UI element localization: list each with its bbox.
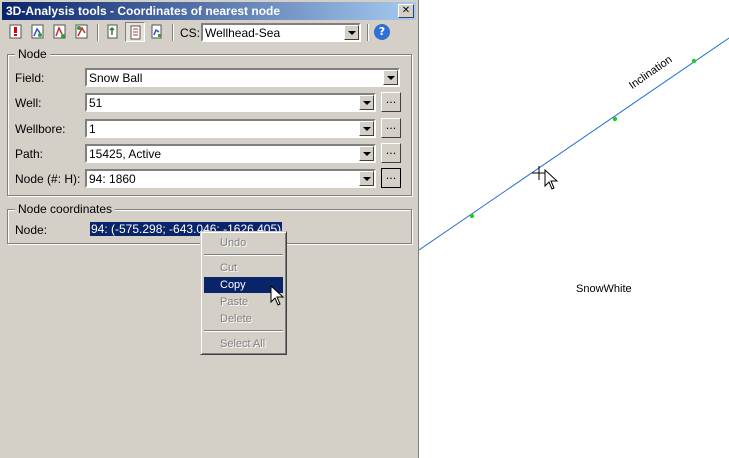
field-value: Snow Ball <box>89 71 143 85</box>
analysis-icon <box>31 24 44 39</box>
analysis-icon <box>53 24 66 39</box>
wellbore-select[interactable]: 1 <box>85 119 376 138</box>
path-value: 15425, Active <box>89 147 162 161</box>
node-label: Node (#: H): <box>15 172 81 186</box>
wellbore-value: 1 <box>89 122 96 136</box>
node-group-title: Node <box>15 47 50 61</box>
path-select[interactable]: 15425, Active <box>85 144 376 163</box>
well-select[interactable]: 51 <box>85 93 376 112</box>
path-label: Path: <box>15 147 44 161</box>
node-select[interactable]: 94: 1860 <box>85 169 376 188</box>
node-coordinates-label: Node: <box>15 223 48 237</box>
tool-4-button[interactable] <box>103 22 123 42</box>
well-browse-button[interactable]: ... <box>381 92 401 112</box>
wellbore-browse-button[interactable]: ... <box>381 118 401 138</box>
analysis-icon <box>75 24 88 39</box>
toolbar-separator <box>172 24 174 41</box>
cs-label: CS: <box>180 26 201 40</box>
well-label: Well: <box>15 96 42 110</box>
report-icon <box>151 24 162 39</box>
toolbar-separator <box>367 24 369 41</box>
well-value: 51 <box>89 96 103 110</box>
menu-item-select-all[interactable]: Select All <box>204 336 283 352</box>
chevron-down-icon[interactable] <box>359 146 374 161</box>
analysis-tool-1-button[interactable] <box>28 22 48 42</box>
document-arrow-icon <box>107 24 118 39</box>
toolbar-separator <box>97 24 99 41</box>
warning-tool-button[interactable] <box>6 22 26 42</box>
field-label: Field: <box>15 71 45 85</box>
warning-icon <box>9 24 22 39</box>
nearest-node-tool-button[interactable] <box>125 22 145 42</box>
chevron-down-icon[interactable] <box>359 95 374 110</box>
trajectory-node <box>691 58 697 64</box>
grid-document-icon <box>130 25 141 40</box>
window-title: 3D-Analysis tools - Coordinates of neare… <box>6 4 281 18</box>
cs-value: Wellhead-Sea <box>205 26 281 40</box>
mouse-cursor-icon <box>544 168 559 190</box>
chevron-down-icon[interactable] <box>359 121 374 136</box>
path-browse-button[interactable]: ... <box>381 143 401 163</box>
analysis-tool-2-button[interactable] <box>50 22 70 42</box>
well-trajectory-line[interactable] <box>419 37 729 251</box>
chevron-down-icon[interactable] <box>344 25 359 40</box>
mouse-cursor-icon <box>270 285 285 306</box>
title-bar[interactable]: 3D-Analysis tools - Coordinates of neare… <box>2 2 416 20</box>
menu-item-cut[interactable]: Cut <box>204 260 283 276</box>
help-icon[interactable]: ? <box>374 24 390 40</box>
node-browse-button[interactable]: ... <box>381 168 401 188</box>
trajectory-node <box>612 116 618 122</box>
analysis-tool-3-button[interactable] <box>72 22 92 42</box>
tool-6-button[interactable] <box>147 22 167 42</box>
node-coordinates-title: Node coordinates <box>15 202 116 216</box>
trajectory-node <box>469 213 475 219</box>
field-select[interactable]: Snow Ball <box>85 68 400 87</box>
node-value: 94: 1860 <box>89 172 136 186</box>
nearest-node-crosshair <box>532 166 546 180</box>
wellbore-label: Wellbore: <box>15 122 66 136</box>
chevron-down-icon[interactable] <box>383 70 398 85</box>
menu-separator <box>204 330 283 332</box>
toolbar: CS: Wellhead-Sea ? <box>4 22 414 44</box>
cs-select[interactable]: Wellhead-Sea <box>201 23 361 42</box>
menu-separator <box>204 254 283 256</box>
chevron-down-icon[interactable] <box>359 171 374 186</box>
well-name-label: SnowWhite <box>576 283 632 295</box>
analysis-dialog: 3D-Analysis tools - Coordinates of neare… <box>0 0 419 458</box>
close-button[interactable]: ✕ <box>398 4 414 18</box>
menu-item-undo[interactable]: Undo <box>204 235 283 251</box>
3d-view-canvas[interactable] <box>419 0 729 458</box>
menu-item-delete[interactable]: Delete <box>204 311 283 327</box>
